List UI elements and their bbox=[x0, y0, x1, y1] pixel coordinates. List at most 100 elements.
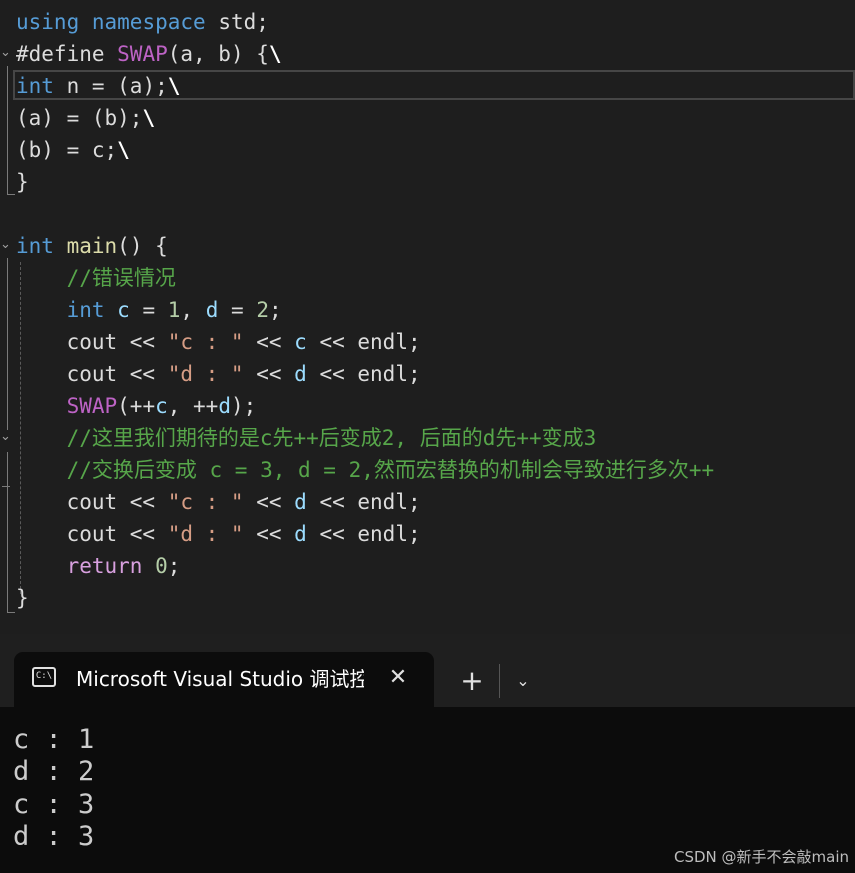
code-token: , ++ bbox=[167, 394, 219, 418]
code-token: namespace bbox=[91, 10, 206, 34]
code-editor[interactable]: ⌄ ⌄ ⌄ using namespace std; #define SWAP(a… bbox=[0, 0, 855, 634]
code-token: cout << bbox=[16, 362, 168, 386]
outline-guide bbox=[7, 66, 8, 194]
terminal-tab-bar: C:\ Microsoft Visual Studio 调试控制台 ✕ + ⌄ bbox=[0, 634, 855, 707]
outline-guide-end bbox=[7, 612, 15, 613]
code-token: ; bbox=[167, 554, 181, 578]
code-line[interactable]: cout << "d : " << d << endl; bbox=[16, 358, 421, 390]
code-token: 0 bbox=[155, 554, 168, 578]
code-token: } bbox=[16, 170, 29, 194]
watermark: CSDN @新手不会敲main bbox=[673, 848, 849, 866]
code-token: << endl; bbox=[306, 490, 421, 514]
fold-collapse-icon[interactable]: ⌄ bbox=[0, 430, 14, 444]
code-token: (a, b) { bbox=[167, 42, 269, 66]
code-line[interactable]: //这里我们期待的是c先++后变成2, 后面的d先++变成3 bbox=[16, 422, 597, 454]
code-token: "d : " bbox=[167, 522, 244, 546]
code-line[interactable]: //交换后变成 c = 3, d = 2,然而宏替换的机制会导致进行多次++ bbox=[16, 454, 715, 486]
code-token: "c : " bbox=[167, 330, 244, 354]
code-line[interactable]: } bbox=[16, 166, 29, 198]
code-token: d bbox=[294, 522, 307, 546]
code-token: c bbox=[117, 298, 130, 322]
code-token: \ bbox=[167, 74, 181, 98]
new-tab-plus-icon[interactable]: + bbox=[455, 664, 489, 698]
code-token: d bbox=[294, 362, 307, 386]
code-token: SWAP bbox=[117, 42, 168, 66]
code-token: << bbox=[243, 490, 295, 514]
code-line[interactable]: cout << "c : " << d << endl; bbox=[16, 486, 421, 518]
console-tab[interactable]: C:\ Microsoft Visual Studio 调试控制台 ✕ bbox=[14, 652, 434, 707]
tab-title: Microsoft Visual Studio 调试控制台 bbox=[76, 667, 364, 691]
close-icon[interactable]: ✕ bbox=[384, 664, 412, 692]
code-token: int bbox=[16, 234, 54, 258]
code-token: n = (a); bbox=[53, 74, 168, 98]
code-token: << endl; bbox=[306, 362, 421, 386]
code-line[interactable]: using namespace std; bbox=[16, 6, 269, 38]
code-token: main bbox=[66, 234, 118, 258]
code-line[interactable]: cout << "d : " << d << endl; bbox=[16, 518, 421, 550]
output-line: c : 1 bbox=[13, 724, 95, 755]
outline-guide-end bbox=[7, 194, 15, 195]
code-token: ); bbox=[230, 394, 257, 418]
code-token: int bbox=[16, 74, 54, 98]
code-token: \ bbox=[268, 42, 282, 66]
terminal-icon: C:\ bbox=[32, 667, 56, 687]
code-token: () { bbox=[117, 234, 168, 258]
code-token: "d : " bbox=[167, 362, 244, 386]
code-token: , bbox=[180, 298, 206, 322]
code-line[interactable]: int main() { bbox=[16, 230, 168, 262]
code-token: } bbox=[16, 586, 29, 610]
code-token: int bbox=[66, 298, 105, 322]
code-line[interactable]: #define SWAP(a, b) {\ bbox=[16, 38, 282, 70]
code-token: using bbox=[16, 10, 80, 34]
code-line[interactable]: (b) = c;\ bbox=[16, 134, 130, 166]
code-line[interactable]: cout << "c : " << c << endl; bbox=[16, 326, 421, 358]
debug-console[interactable]: C:\ Microsoft Visual Studio 调试控制台 ✕ + ⌄ … bbox=[0, 634, 855, 873]
code-token: << bbox=[243, 362, 295, 386]
code-line[interactable]: return 0; bbox=[16, 550, 181, 582]
code-token: c bbox=[294, 330, 307, 354]
code-token: ; bbox=[268, 298, 282, 322]
output-line: d : 3 bbox=[13, 821, 95, 852]
code-token: = bbox=[129, 298, 168, 322]
code-token: return bbox=[66, 554, 143, 578]
output-line: d : 2 bbox=[13, 756, 95, 787]
code-token: std; bbox=[205, 10, 269, 34]
code-line[interactable]: //错误情况 bbox=[16, 262, 176, 294]
code-line[interactable]: (a) = (b);\ bbox=[16, 102, 155, 134]
code-token: << endl; bbox=[306, 522, 421, 546]
code-token: (a) = (b); bbox=[16, 106, 143, 130]
code-token: SWAP bbox=[66, 394, 118, 418]
code-token: = bbox=[218, 298, 257, 322]
output-line: c : 3 bbox=[13, 789, 95, 820]
code-token: << endl; bbox=[306, 330, 421, 354]
code-token: cout << bbox=[16, 522, 168, 546]
code-token: cout << bbox=[16, 490, 168, 514]
code-line[interactable]: SWAP(++c, ++d); bbox=[16, 390, 257, 422]
code-token: 1 bbox=[167, 298, 181, 322]
code-line[interactable]: int c = 1, d = 2; bbox=[16, 294, 282, 326]
code-token: //交换后变成 c = 3, d = 2,然而宏替换的机制会导致进行多次++ bbox=[66, 458, 715, 482]
code-token: cout << bbox=[16, 330, 168, 354]
code-token: #define bbox=[16, 42, 118, 66]
code-token: (++ bbox=[117, 394, 156, 418]
code-token: //这里我们期待的是c先++后变成2, 后面的d先++变成3 bbox=[66, 426, 597, 450]
tab-divider bbox=[499, 664, 500, 698]
code-token: c bbox=[155, 394, 168, 418]
outline-guide bbox=[7, 452, 8, 612]
code-token: << bbox=[243, 522, 295, 546]
code-line[interactable]: } bbox=[16, 582, 29, 614]
code-token: //错误情况 bbox=[66, 266, 176, 290]
code-line[interactable]: int n = (a);\ bbox=[16, 70, 180, 102]
chevron-down-icon[interactable]: ⌄ bbox=[508, 664, 538, 698]
code-token: << bbox=[243, 330, 295, 354]
fold-collapse-icon[interactable]: ⌄ bbox=[0, 238, 14, 252]
fold-collapse-icon[interactable]: ⌄ bbox=[0, 46, 14, 60]
